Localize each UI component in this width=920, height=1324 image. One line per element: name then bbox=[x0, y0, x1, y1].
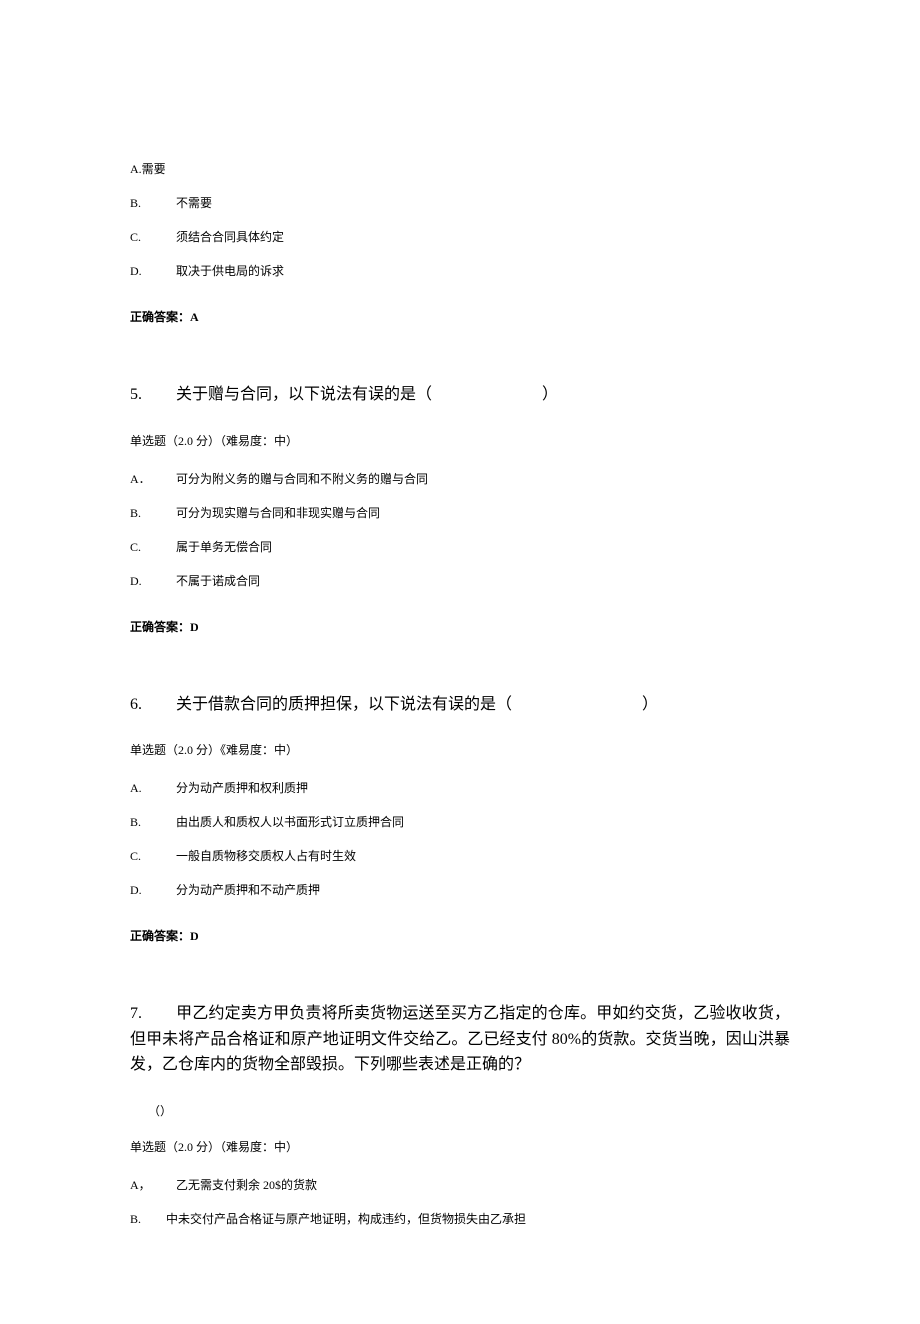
option-letter: A. bbox=[130, 779, 176, 797]
option-letter: B. bbox=[130, 813, 176, 831]
option-letter: C. bbox=[130, 847, 176, 865]
q4-answer: 正确答案：A bbox=[130, 308, 790, 326]
question-number: 6. bbox=[130, 692, 176, 718]
option-text: 属于单务无偿合同 bbox=[176, 538, 790, 556]
q6-option-c: C. 一般自质物移交质权人占有时生效 bbox=[130, 847, 790, 865]
q5-title: 5.关于赠与合同，以下说法有误的是（ ） bbox=[130, 382, 790, 408]
q6-option-a: A. 分为动产质押和权利质押 bbox=[130, 779, 790, 797]
option-text: 乙无需支付剩余 20$的货款 bbox=[176, 1176, 790, 1194]
question-text-after: ） bbox=[542, 386, 558, 403]
q5-meta: 单选题（2.0 分）（难易度：中） bbox=[130, 432, 790, 450]
option-letter: D. bbox=[130, 572, 176, 590]
option-text: 中未交付产品合格证与原产地证明，构成违约，但货物损失由乙承担 bbox=[166, 1210, 790, 1228]
question-text-after: ） bbox=[642, 696, 658, 713]
option-text: 须结合合同具体约定 bbox=[176, 228, 790, 246]
q6-option-b: B. 由出质人和质权人以书面形式订立质押合同 bbox=[130, 813, 790, 831]
document-page: A.需要 B. 不需要 C. 须结合合同具体约定 D. 取决于供电局的诉求 正确… bbox=[0, 0, 920, 1324]
option-text: 可分为现实赠与合同和非现实赠与合同 bbox=[176, 504, 790, 522]
q7-paren: （） bbox=[148, 1102, 790, 1120]
answer-label: 正确答案： bbox=[130, 620, 190, 634]
q6-option-d: D. 分为动产质押和不动产质押 bbox=[130, 881, 790, 899]
q4-options: A.需要 B. 不需要 C. 须结合合同具体约定 D. 取决于供电局的诉求 bbox=[130, 160, 790, 280]
option-text: 分为动产质押和不动产质押 bbox=[176, 881, 790, 899]
option-text: 不属于诺成合同 bbox=[176, 572, 790, 590]
option-text: 取决于供电局的诉求 bbox=[176, 262, 790, 280]
option-letter: A． bbox=[130, 470, 176, 488]
option-letter: C. bbox=[130, 538, 176, 556]
option-letter: C. bbox=[130, 228, 176, 246]
answer-value: A bbox=[190, 310, 199, 324]
q6-title: 6.关于借款合同的质押担保，以下说法有误的是（ ） bbox=[130, 692, 790, 718]
question-text-before: 关于赠与合同，以下说法有误的是（ bbox=[176, 386, 432, 403]
option-letter: D. bbox=[130, 262, 176, 280]
question-text-before: 关于借款合同的质押担保，以下说法有误的是（ bbox=[176, 696, 512, 713]
option-letter: B. bbox=[130, 504, 176, 522]
option-text: 一般自质物移交质权人占有时生效 bbox=[176, 847, 790, 865]
q4-option-b: B. 不需要 bbox=[130, 194, 790, 212]
q6-options: A. 分为动产质押和权利质押 B. 由出质人和质权人以书面形式订立质押合同 C.… bbox=[130, 779, 790, 899]
question-text: 甲乙约定卖方甲负责将所卖货物运送至买方乙指定的仓库。甲如约交货，乙验收收货，但甲… bbox=[130, 1005, 790, 1073]
q5-option-a: A． 可分为附义务的赠与合同和不附义务的赠与合同 bbox=[130, 470, 790, 488]
answer-label: 正确答案： bbox=[130, 310, 190, 324]
option-letter: A， bbox=[130, 1176, 176, 1194]
option-text: 由出质人和质权人以书面形式订立质押合同 bbox=[176, 813, 790, 831]
q4-option-c: C. 须结合合同具体约定 bbox=[130, 228, 790, 246]
option-letter: D. bbox=[130, 881, 176, 899]
answer-value: D bbox=[190, 620, 199, 634]
q7-meta: 单选题（2.0 分）（难易度：中） bbox=[130, 1138, 790, 1156]
q5-option-b: B. 可分为现实赠与合同和非现实赠与合同 bbox=[130, 504, 790, 522]
question-number: 5. bbox=[130, 382, 176, 408]
option-letter: A.需要 bbox=[130, 160, 176, 178]
option-text: 不需要 bbox=[176, 194, 790, 212]
option-letter: B. bbox=[130, 1210, 166, 1228]
q4-option-a: A.需要 bbox=[130, 160, 790, 178]
q4-option-d: D. 取决于供电局的诉求 bbox=[130, 262, 790, 280]
q5-options: A． 可分为附义务的赠与合同和不附义务的赠与合同 B. 可分为现实赠与合同和非现… bbox=[130, 470, 790, 590]
answer-value: D bbox=[190, 929, 199, 943]
q7-options: A， 乙无需支付剩余 20$的货款 B. 中未交付产品合格证与原产地证明，构成违… bbox=[130, 1176, 790, 1228]
question-number: 7. bbox=[130, 1001, 176, 1027]
q7-title: 7.甲乙约定卖方甲负责将所卖货物运送至买方乙指定的仓库。甲如约交货，乙验收收货，… bbox=[130, 1001, 790, 1078]
option-text: 可分为附义务的赠与合同和不附义务的赠与合同 bbox=[176, 470, 790, 488]
q5-option-c: C. 属于单务无偿合同 bbox=[130, 538, 790, 556]
q7-option-a: A， 乙无需支付剩余 20$的货款 bbox=[130, 1176, 790, 1194]
q7-option-b: B. 中未交付产品合格证与原产地证明，构成违约，但货物损失由乙承担 bbox=[130, 1210, 790, 1228]
answer-label: 正确答案： bbox=[130, 929, 190, 943]
q5-answer: 正确答案：D bbox=[130, 618, 790, 636]
q6-answer: 正确答案：D bbox=[130, 927, 790, 945]
option-text: 分为动产质押和权利质押 bbox=[176, 779, 790, 797]
option-letter: B. bbox=[130, 194, 176, 212]
q5-option-d: D. 不属于诺成合同 bbox=[130, 572, 790, 590]
q6-meta: 单选题（2.0 分）《难易度：中） bbox=[130, 741, 790, 759]
